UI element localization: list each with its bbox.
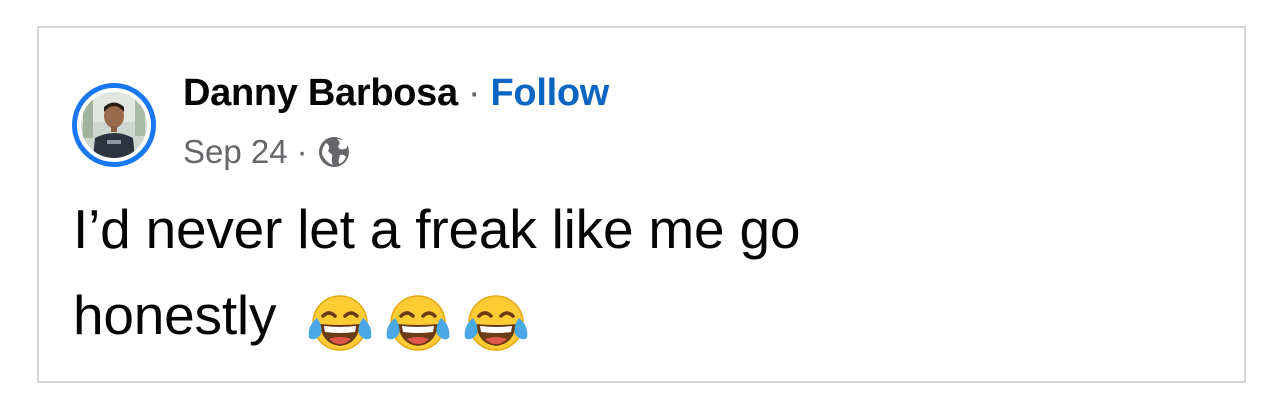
post-text-word: honestly [73, 284, 277, 346]
post-text-line-1: I’d never let a freak like me go [73, 198, 801, 260]
post-card: Danny Barbosa · Follow Sep 24 · I’d neve… [37, 26, 1246, 383]
avatar-ring[interactable] [72, 83, 156, 167]
header-separator: · [467, 71, 481, 114]
post-date[interactable]: Sep 24 [183, 133, 288, 171]
avatar[interactable] [81, 92, 147, 158]
post-meta: Sep 24 · [183, 132, 351, 172]
post-text-line-2: honestly [73, 272, 1213, 364]
globe-icon[interactable] [317, 135, 351, 169]
meta-separator: · [296, 133, 308, 170]
tears-of-joy-emoji-icon [387, 295, 450, 352]
post-text: I’d never let a freak like me go honestl… [73, 186, 1213, 364]
emoji-group [305, 278, 539, 364]
follow-button[interactable]: Follow [491, 72, 610, 115]
tears-of-joy-emoji-icon [465, 295, 528, 352]
post-header: Danny Barbosa · Follow [183, 70, 609, 116]
author-name[interactable]: Danny Barbosa [183, 72, 458, 115]
tears-of-joy-emoji-icon [309, 295, 372, 352]
